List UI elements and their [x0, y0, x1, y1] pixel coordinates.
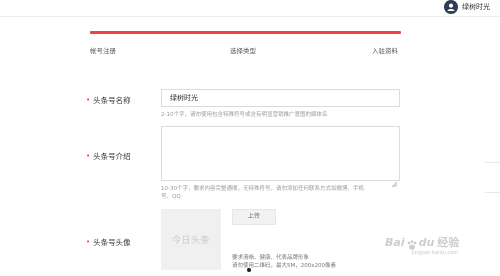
paw-icon [406, 236, 418, 250]
name-input[interactable]: 绿树时光 [161, 89, 400, 107]
side-divider [485, 192, 500, 193]
avatar-label: • 头条号头像 [86, 238, 131, 247]
avatar-preview: 今日头条 [161, 209, 221, 270]
watermark-url: jingyan.baidu.com [412, 250, 459, 256]
required-mark: • [86, 96, 91, 104]
avatar[interactable] [444, 0, 458, 14]
step-profile: 入驻资料 [372, 47, 398, 55]
intro-label: • 头条号介绍 [86, 152, 131, 161]
required-mark: • [86, 152, 91, 160]
avatar-requirement-1: 要求清晰、健康、代表品牌形象 [232, 255, 310, 261]
intro-hint: 10-30个字，要求内容完整通顺，无特殊符号，请勿添加任何联系方式如微博、手机 … [161, 186, 364, 200]
name-hint: 2-10个字，请勿使用包含特殊符号或含有明显营销推广意图的媒体名 [161, 112, 328, 118]
avatar-preview-text: 今日头条 [171, 236, 210, 246]
top-bar: 绿树时光 [0, 0, 500, 17]
username[interactable]: 绿树时光 [462, 0, 490, 14]
required-mark: • [86, 238, 91, 246]
resize-handle-icon[interactable] [391, 172, 398, 188]
progress-fill [90, 31, 401, 34]
user-menu[interactable]: 绿树时光 [444, 0, 490, 14]
step-register: 帐号注册 [90, 47, 116, 55]
upload-button[interactable]: 上传 [232, 209, 276, 225]
cursor-dot [247, 268, 251, 272]
baidu-watermark: Bai du 经验 [385, 235, 460, 250]
intro-textarea[interactable] [161, 126, 400, 188]
progress-track [90, 31, 401, 34]
user-icon [447, 3, 455, 11]
step-select-type: 选择类型 [230, 47, 256, 55]
side-divider [485, 162, 500, 163]
name-label: • 头条号名称 [86, 96, 131, 105]
